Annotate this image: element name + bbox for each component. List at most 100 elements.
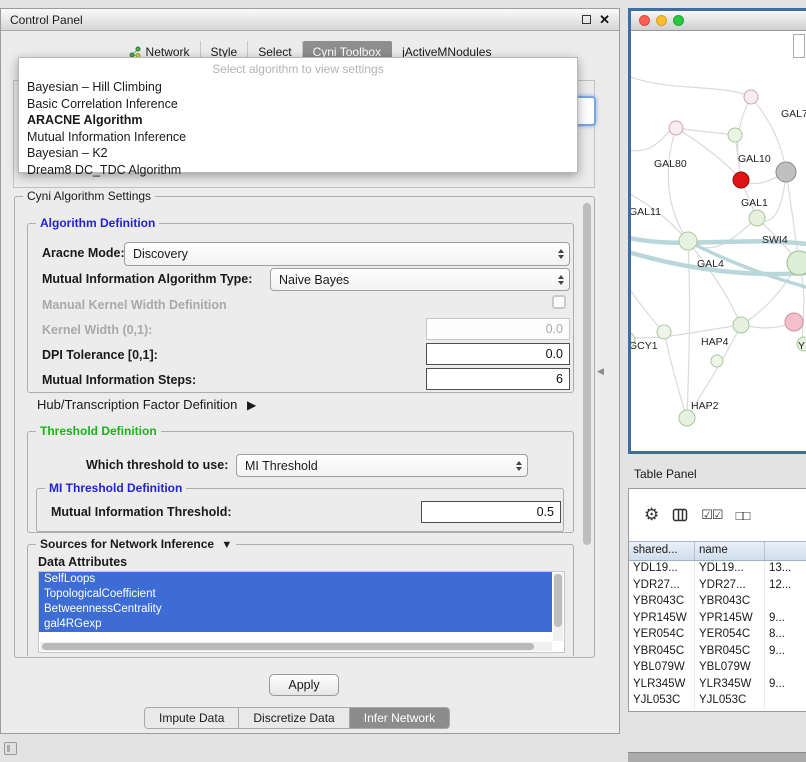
network-node[interactable] [749, 210, 765, 226]
table-cell[interactable]: YLR345W [629, 677, 695, 694]
network-node[interactable] [679, 410, 695, 426]
network-node[interactable] [711, 355, 723, 367]
network-node-label: GAL11 [631, 206, 661, 218]
network-node[interactable] [679, 232, 697, 250]
table-cell[interactable]: YBR045C [629, 644, 695, 661]
panel-collapse-handle[interactable]: ◀ [597, 366, 604, 377]
network-node[interactable] [733, 317, 749, 333]
table-cell[interactable]: 8... [765, 627, 806, 644]
network-canvas-container: GAL7 GAL80 GAL10 GAL11 GAL1 SWI4 GAL4 GC… [631, 31, 806, 451]
list-vertical-scrollbar-thumb[interactable] [554, 574, 562, 627]
table-cell[interactable]: YBL079W [695, 660, 765, 677]
table-cell[interactable]: 9... [765, 611, 806, 628]
network-node[interactable] [669, 121, 683, 135]
minimize-traffic-button[interactable] [656, 15, 667, 26]
list-item[interactable]: BetweennessCentrality [39, 602, 552, 617]
table-row[interactable]: YBR043C YBR043C [629, 594, 806, 611]
close-icon[interactable]: ✕ [599, 15, 610, 25]
table-cell[interactable]: YBL079W [629, 660, 695, 677]
table-cell[interactable]: YDR27... [629, 578, 695, 595]
network-node-red[interactable] [733, 172, 749, 188]
dropdown-item[interactable]: Basic Correlation Inference [19, 96, 577, 113]
aracne-mode-select[interactable]: Discovery [124, 242, 570, 266]
which-threshold-select[interactable]: MI Threshold [236, 454, 528, 477]
tab-impute-data[interactable]: Impute Data [145, 708, 239, 728]
dropdown-item[interactable]: Mutual Information Inference [19, 129, 577, 146]
table-cell[interactable]: YDL19... [629, 561, 695, 578]
deselect-all-checks-icon[interactable]: □□ [736, 508, 750, 523]
table-cell[interactable]: 9... [765, 677, 806, 694]
hub-definition-expander[interactable]: Hub/Transcription Factor Definition ▶ [37, 397, 256, 412]
columns-icon[interactable] [672, 507, 688, 523]
list-item[interactable]: TopologicalCoefficient [39, 587, 552, 602]
table-cell[interactable]: YPR145W [629, 611, 695, 628]
dpi-tolerance-field[interactable] [426, 343, 570, 365]
table-row[interactable]: YER054C YER054C 8... [629, 627, 806, 644]
table-cell[interactable]: 9... [765, 644, 806, 661]
column-header-extra[interactable] [765, 542, 806, 560]
list-horizontal-scrollbar-thumb[interactable] [42, 643, 534, 650]
table-toolbar: ⚙ ☑☑ □□ [629, 489, 806, 541]
dropdown-item[interactable]: Dream8 DC_TDC Algorithm [19, 162, 577, 179]
mi-type-select[interactable]: Naive Bayes [270, 268, 570, 291]
network-node[interactable] [657, 325, 671, 339]
float-icon[interactable] [582, 15, 591, 24]
table-row[interactable]: YBL079W YBL079W [629, 660, 806, 677]
tab-infer-network[interactable]: Infer Network [350, 708, 449, 728]
collapsed-panel-icon[interactable] [4, 742, 17, 755]
mi-steps-field[interactable] [426, 368, 570, 390]
zoom-traffic-button[interactable] [673, 15, 684, 26]
table-cell[interactable] [765, 594, 806, 611]
table-cell[interactable] [765, 693, 806, 710]
network-canvas[interactable]: GAL7 GAL80 GAL10 GAL11 GAL1 SWI4 GAL4 GC… [631, 31, 806, 451]
sources-expander[interactable]: Sources for Network Inference ▼ [36, 537, 236, 553]
column-header-name[interactable]: name [695, 542, 765, 560]
table-cell[interactable]: YBR043C [695, 594, 765, 611]
table-cell[interactable]: YER054C [629, 627, 695, 644]
table-cell[interactable] [765, 660, 806, 677]
network-node[interactable] [744, 90, 758, 104]
column-header-shared-name[interactable]: shared... [629, 542, 695, 560]
settings-scrollbar-thumb[interactable] [583, 203, 591, 545]
network-overview-widget[interactable] [793, 34, 805, 58]
table-cell[interactable]: YJL053C [695, 693, 765, 710]
table-cell[interactable]: YER054C [695, 627, 765, 644]
close-traffic-button[interactable] [639, 15, 650, 26]
dropdown-item[interactable]: Bayesian – K2 [19, 145, 577, 162]
gear-icon[interactable]: ⚙ [644, 505, 659, 525]
mi-threshold-field[interactable] [421, 501, 561, 523]
network-node[interactable] [776, 162, 796, 182]
tab-discretize-data[interactable]: Discretize Data [239, 708, 349, 728]
table-row[interactable]: YDR27... YDR27... 12... [629, 578, 806, 595]
table-cell[interactable]: YJL053C [629, 693, 695, 710]
list-horizontal-scrollbar[interactable] [40, 642, 552, 651]
table-cell[interactable]: YBR045C [695, 644, 765, 661]
table-row[interactable]: YDL19... YDL19... 13... [629, 561, 806, 578]
list-vertical-scrollbar[interactable] [553, 573, 563, 641]
settings-scrollbar[interactable] [582, 202, 592, 652]
table-cell[interactable]: YLR345W [695, 677, 765, 694]
table-row[interactable]: YBR045C YBR045C 9... [629, 644, 806, 661]
table-cell[interactable]: YDL19... [695, 561, 765, 578]
table-row[interactable]: YPR145W YPR145W 9... [629, 611, 806, 628]
network-node[interactable] [728, 128, 742, 142]
list-item[interactable]: SelfLoops [39, 572, 552, 587]
table-cell[interactable]: YBR043C [629, 594, 695, 611]
mi-type-label: Mutual Information Algorithm Type: [42, 272, 252, 286]
table-cell[interactable]: 13... [765, 561, 806, 578]
select-all-checks-icon[interactable]: ☑☑ [701, 507, 722, 523]
apply-button[interactable]: Apply [269, 674, 339, 696]
list-item[interactable]: gal4RGexp [39, 617, 552, 632]
network-node-label: GAL10 [738, 153, 771, 165]
table-row[interactable]: YLR345W YLR345W 9... [629, 677, 806, 694]
table-row[interactable]: YJL053C YJL053C [629, 693, 806, 710]
table-cell[interactable]: YDR27... [695, 578, 765, 595]
network-window-titlebar[interactable] [631, 11, 806, 31]
table-cell[interactable]: YPR145W [695, 611, 765, 628]
control-panel-titlebar[interactable]: Control Panel ✕ [1, 9, 619, 31]
dropdown-item[interactable]: Bayesian – Hill Climbing [19, 79, 577, 96]
network-node[interactable] [785, 313, 803, 331]
network-node[interactable] [787, 251, 806, 275]
dropdown-item-selected[interactable]: ARACNE Algorithm [19, 112, 577, 129]
table-cell[interactable]: 12... [765, 578, 806, 595]
